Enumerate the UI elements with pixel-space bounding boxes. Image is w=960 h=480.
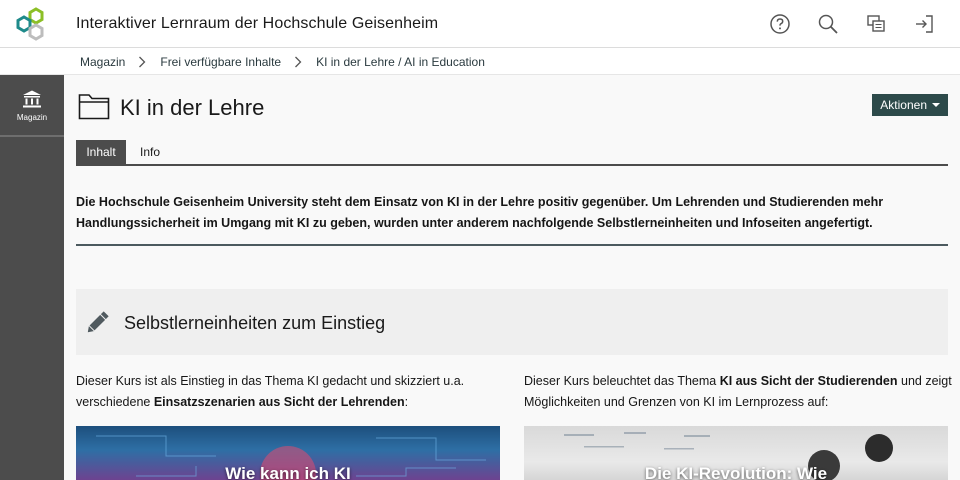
tab-inhalt[interactable]: Inhalt — [76, 140, 126, 164]
help-icon — [770, 14, 790, 34]
breadcrumb-item-current[interactable]: KI in der Lehre / AI in Education — [316, 55, 485, 69]
login-icon — [916, 15, 933, 33]
header-toolbar — [766, 10, 938, 38]
intro-text: Die Hochschule Geisenheim University ste… — [76, 192, 948, 246]
notifications-icon — [867, 15, 885, 32]
app-title[interactable]: Interaktiver Lernraum der Hochschule Gei… — [76, 15, 438, 33]
course-text-bold: Einsatzszenarien aus Sicht der Lehrenden — [153, 395, 405, 409]
section-title: Selbstlerneinheiten zum Einstieg — [124, 313, 386, 333]
course-text-bold: KI aus Sicht der Studierenden — [719, 374, 898, 388]
folder-icon — [78, 94, 110, 120]
login-button[interactable] — [910, 10, 938, 38]
tab-info[interactable]: Info — [130, 140, 170, 164]
thumbnail-caption: Wie kann ich KI — [225, 464, 351, 480]
pencil-icon — [87, 311, 109, 333]
main-content: KI in der Lehre Aktionen Inhalt Info Die… — [64, 75, 960, 480]
tab-bar: Inhalt Info — [76, 140, 948, 166]
chevron-right-icon — [138, 56, 146, 68]
course-thumbnail-students[interactable]: Die KI-Revolution: Wie — [524, 426, 948, 480]
notifications-button[interactable] — [862, 10, 890, 38]
caret-down-icon — [932, 103, 940, 107]
breadcrumb-bar: Magazin Frei verfügbare Inhalte KI in de… — [0, 49, 960, 75]
sidebar-item-label: Magazin — [16, 113, 48, 122]
search-icon — [818, 14, 838, 34]
course-text: Dieser Kurs beleuchtet das Thema — [524, 374, 720, 388]
top-header: Interaktiver Lernraum der Hochschule Gei… — [0, 0, 960, 48]
hgu-logo-icon[interactable] — [12, 6, 48, 42]
sidebar-item-magazin[interactable]: Magazin — [0, 75, 64, 137]
course-thumbnail-teachers[interactable]: Wie kann ich KI — [76, 426, 500, 480]
repository-icon — [23, 90, 41, 108]
chevron-right-icon — [294, 56, 302, 68]
main-sidebar: Magazin — [0, 75, 64, 480]
breadcrumb-item-magazin[interactable]: Magazin — [80, 55, 125, 69]
course-text: : — [404, 395, 409, 409]
thumbnail-caption: Die KI-Revolution: Wie — [644, 464, 828, 480]
help-button[interactable] — [766, 10, 794, 38]
breadcrumb-item-free-content[interactable]: Frei verfügbare Inhalte — [160, 55, 281, 69]
actions-dropdown-button[interactable]: Aktionen — [872, 94, 948, 116]
course-description-teachers: Dieser Kurs ist als Einstieg in das Them… — [76, 371, 506, 413]
page-title: KI in der Lehre — [120, 95, 265, 120]
breadcrumb: Magazin Frei verfügbare Inhalte KI in de… — [80, 55, 485, 69]
section-header: Selbstlerneinheiten zum Einstieg — [76, 289, 948, 355]
course-description-students: Dieser Kurs beleuchtet das Thema KI aus … — [524, 371, 954, 413]
actions-label: Aktionen — [880, 98, 927, 112]
search-button[interactable] — [814, 10, 842, 38]
